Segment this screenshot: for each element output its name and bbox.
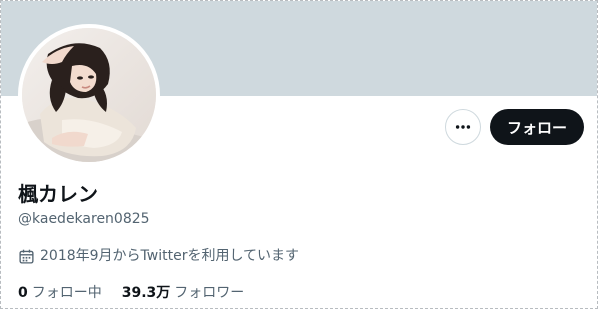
follow-button[interactable]: フォロー [490, 109, 584, 145]
more-button[interactable] [445, 109, 481, 145]
following-link[interactable]: 0 フォロー中 [18, 284, 102, 302]
followers-link[interactable]: 39.3万 フォロワー [122, 284, 245, 302]
profile-card: フォロー 楓カレン @kaedekaren0825 2018年9月からTwitt… [0, 0, 598, 309]
user-handle: @kaedekaren0825 [18, 211, 150, 227]
display-name: 楓カレン [18, 182, 98, 206]
followers-count: 39.3万 [121, 285, 171, 301]
followers-label: フォロワー [174, 285, 245, 301]
more-horizontal-icon [455, 125, 471, 129]
profile-stats: 0 フォロー中 39.3万 フォロワー [18, 284, 244, 302]
following-count: 0 [18, 285, 28, 301]
following-label: フォロー中 [31, 285, 102, 301]
avatar-photo [22, 28, 156, 162]
joined-text: 2018年9月からTwitterを利用しています [40, 248, 300, 264]
avatar[interactable] [18, 24, 160, 166]
calendar-icon [19, 249, 34, 264]
follow-button-label: フォロー [506, 118, 567, 137]
joined-date: 2018年9月からTwitterを利用しています [18, 247, 299, 265]
